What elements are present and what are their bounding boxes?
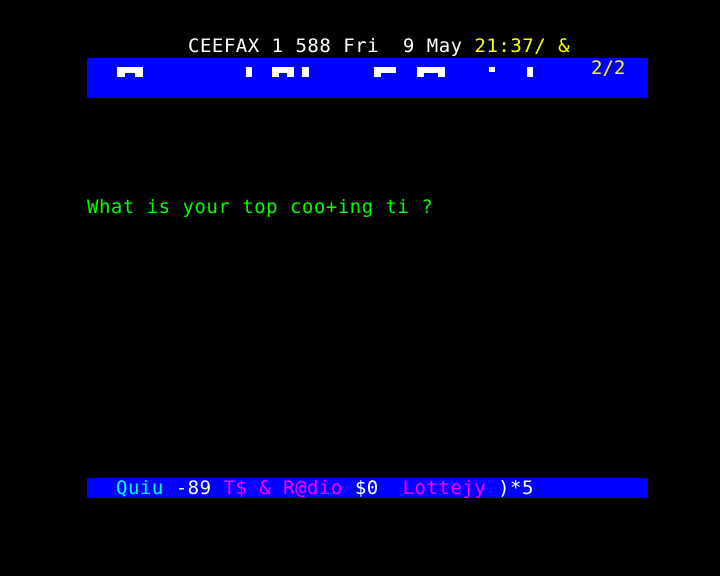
fastext-quiz-label: Quiu [116, 477, 176, 499]
fastext-quiz-page[interactable]: -89 [176, 477, 224, 499]
fastext-quiz-link[interactable]: Quiu [116, 477, 176, 499]
header-service-info: CEEFAX 1 588 Fri 9 May [188, 35, 475, 57]
fastext-tv-radio-link[interactable]: T$ & R@dio [223, 477, 354, 499]
mosaic-block [527, 67, 533, 77]
mosaic-block [246, 67, 252, 77]
fastext-lottery-page[interactable]: )*5 [498, 477, 534, 499]
header-clock: 21:37/ & [474, 35, 571, 57]
mosaic-block [374, 73, 381, 77]
fastext-links: Quiu -89 T$ & R@dio $0 Lottejy )*5 [116, 478, 534, 498]
mosaic-block [417, 73, 424, 77]
mosaic-block [135, 73, 143, 77]
mosaic-block [438, 73, 445, 77]
title-banner [87, 58, 648, 98]
page-counter: 2/2 [591, 57, 626, 79]
fastext-tv-radio-page[interactable]: $0 [355, 477, 403, 499]
question-text: What is your top coo+ing ti ? [87, 196, 434, 218]
mosaic-block [272, 73, 279, 77]
teletext-header: CEEFAX 1 588 Fri 9 May 21:37/ & [188, 36, 570, 56]
fastext-lottery-link[interactable]: Lottejy [403, 477, 499, 499]
mosaic-block [302, 67, 309, 77]
mosaic-block [287, 73, 294, 77]
mosaic-block [117, 73, 125, 77]
mosaic-block [489, 67, 495, 72]
